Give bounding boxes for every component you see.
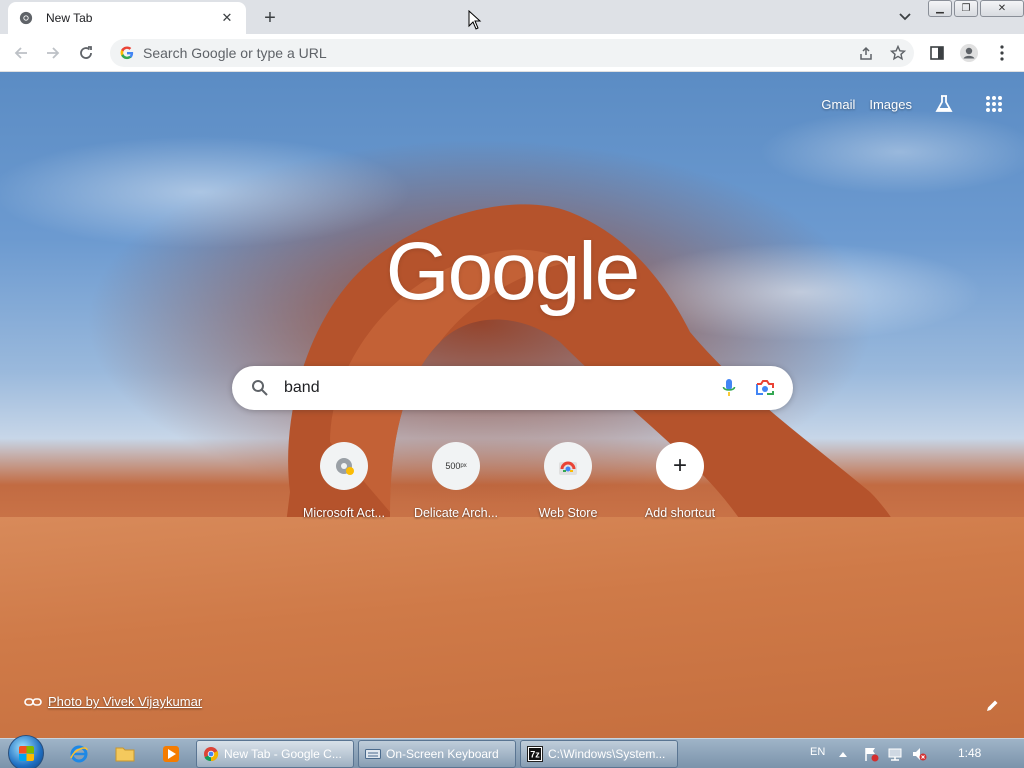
- taskbar-button-chrome[interactable]: New Tab - Google C...: [196, 740, 354, 768]
- gmail-link[interactable]: Gmail: [821, 97, 855, 112]
- customize-pencil-icon[interactable]: [982, 696, 1002, 716]
- top-links: Gmail Images: [821, 92, 1006, 116]
- shortcut-tile[interactable]: 500ᵖˣ Delicate Arch...: [400, 442, 512, 520]
- tab-new-tab[interactable]: New Tab ✕: [8, 2, 246, 34]
- svg-text:7z: 7z: [530, 750, 540, 760]
- start-button[interactable]: [8, 735, 44, 768]
- close-tab-icon[interactable]: ✕: [218, 9, 236, 27]
- labs-flask-icon[interactable]: [932, 92, 956, 116]
- shortcut-label: Delicate Arch...: [413, 506, 499, 520]
- internet-explorer-icon[interactable]: [68, 743, 90, 765]
- 500px-logo-icon: 500ᵖˣ: [432, 442, 480, 490]
- back-arrow-icon[interactable]: [10, 42, 32, 64]
- voice-search-mic-icon[interactable]: [717, 376, 741, 400]
- action-center-flag-icon[interactable]: [860, 743, 882, 765]
- taskbar-button-label: New Tab - Google C...: [224, 747, 342, 761]
- images-link[interactable]: Images: [869, 97, 912, 112]
- shortcut-label: Web Store: [538, 506, 598, 520]
- mouse-cursor-icon: [468, 10, 482, 30]
- reload-icon[interactable]: [75, 42, 97, 64]
- 7zip-icon: 7z: [527, 746, 543, 762]
- chrome-icon: [203, 746, 219, 762]
- gear-icon: [320, 442, 368, 490]
- bookmark-star-icon[interactable]: [887, 42, 909, 64]
- shortcut-tile[interactable]: Microsoft Act...: [288, 442, 400, 520]
- taskbar-button-7zip[interactable]: 7z C:\Windows\System...: [520, 740, 678, 768]
- media-player-icon[interactable]: [160, 743, 182, 765]
- tab-search-chevron-down-icon[interactable]: [896, 8, 914, 26]
- shortcuts-grid: Microsoft Act... 500ᵖˣ Delicate Arch... …: [288, 442, 736, 520]
- apps-grid-icon[interactable]: [982, 92, 1006, 116]
- chrome-icon: [18, 10, 34, 26]
- minimize-button[interactable]: ▁: [928, 0, 952, 17]
- shortcut-label: Microsoft Act...: [303, 506, 385, 520]
- volume-muted-icon[interactable]: [908, 743, 930, 765]
- google-lens-camera-icon[interactable]: [753, 376, 777, 400]
- search-icon: [248, 376, 272, 400]
- restore-button[interactable]: ❐: [954, 0, 978, 17]
- new-tab-button[interactable]: +: [258, 6, 282, 30]
- windows-taskbar: New Tab - Google C... On-Screen Keyboard…: [0, 735, 1024, 768]
- clock-time[interactable]: 1:48: [958, 746, 981, 760]
- photo-attribution-link[interactable]: Photo by Vivek Vijaykumar: [48, 694, 202, 709]
- shortcut-tile[interactable]: Web Store: [512, 442, 624, 520]
- show-hidden-icons-chevron-up-icon[interactable]: [836, 743, 850, 765]
- taskbar-button-label: On-Screen Keyboard: [386, 747, 499, 761]
- side-panel-icon[interactable]: [926, 42, 948, 64]
- link-icon: [24, 697, 42, 706]
- tab-title: New Tab: [46, 11, 93, 25]
- tab-strip: New Tab ✕ + ▁ ❐ ✕: [0, 0, 1024, 34]
- search-box[interactable]: [232, 366, 793, 410]
- search-input[interactable]: [284, 379, 705, 397]
- folder-icon[interactable]: [114, 743, 136, 765]
- share-icon[interactable]: [855, 42, 877, 64]
- new-tab-page: Gmail Images Google Microsoft Act... 50: [0, 72, 1024, 738]
- network-icon[interactable]: [884, 743, 906, 765]
- add-shortcut-tile[interactable]: + Add shortcut: [624, 442, 736, 520]
- window-controls: ▁ ❐ ✕: [928, 0, 1024, 18]
- keyboard-icon: [365, 746, 381, 762]
- forward-arrow-icon[interactable]: [42, 42, 64, 64]
- chrome-web-store-icon: [544, 442, 592, 490]
- google-g-icon: [120, 46, 134, 60]
- menu-kebab-icon[interactable]: [991, 42, 1013, 64]
- photo-attribution: Photo by Vivek Vijaykumar: [24, 694, 202, 709]
- omnibox[interactable]: [110, 39, 914, 67]
- google-logo: Google: [385, 226, 640, 317]
- close-window-button[interactable]: ✕: [980, 0, 1024, 17]
- taskbar-button-label: C:\Windows\System...: [548, 747, 666, 761]
- browser-toolbar: [0, 34, 1024, 72]
- plus-icon: +: [656, 442, 704, 490]
- taskbar-button-osk[interactable]: On-Screen Keyboard: [358, 740, 516, 768]
- profile-avatar-icon[interactable]: [958, 42, 980, 64]
- shortcut-label: Add shortcut: [644, 506, 716, 520]
- omnibox-input[interactable]: [143, 45, 743, 61]
- language-indicator[interactable]: EN: [810, 746, 825, 758]
